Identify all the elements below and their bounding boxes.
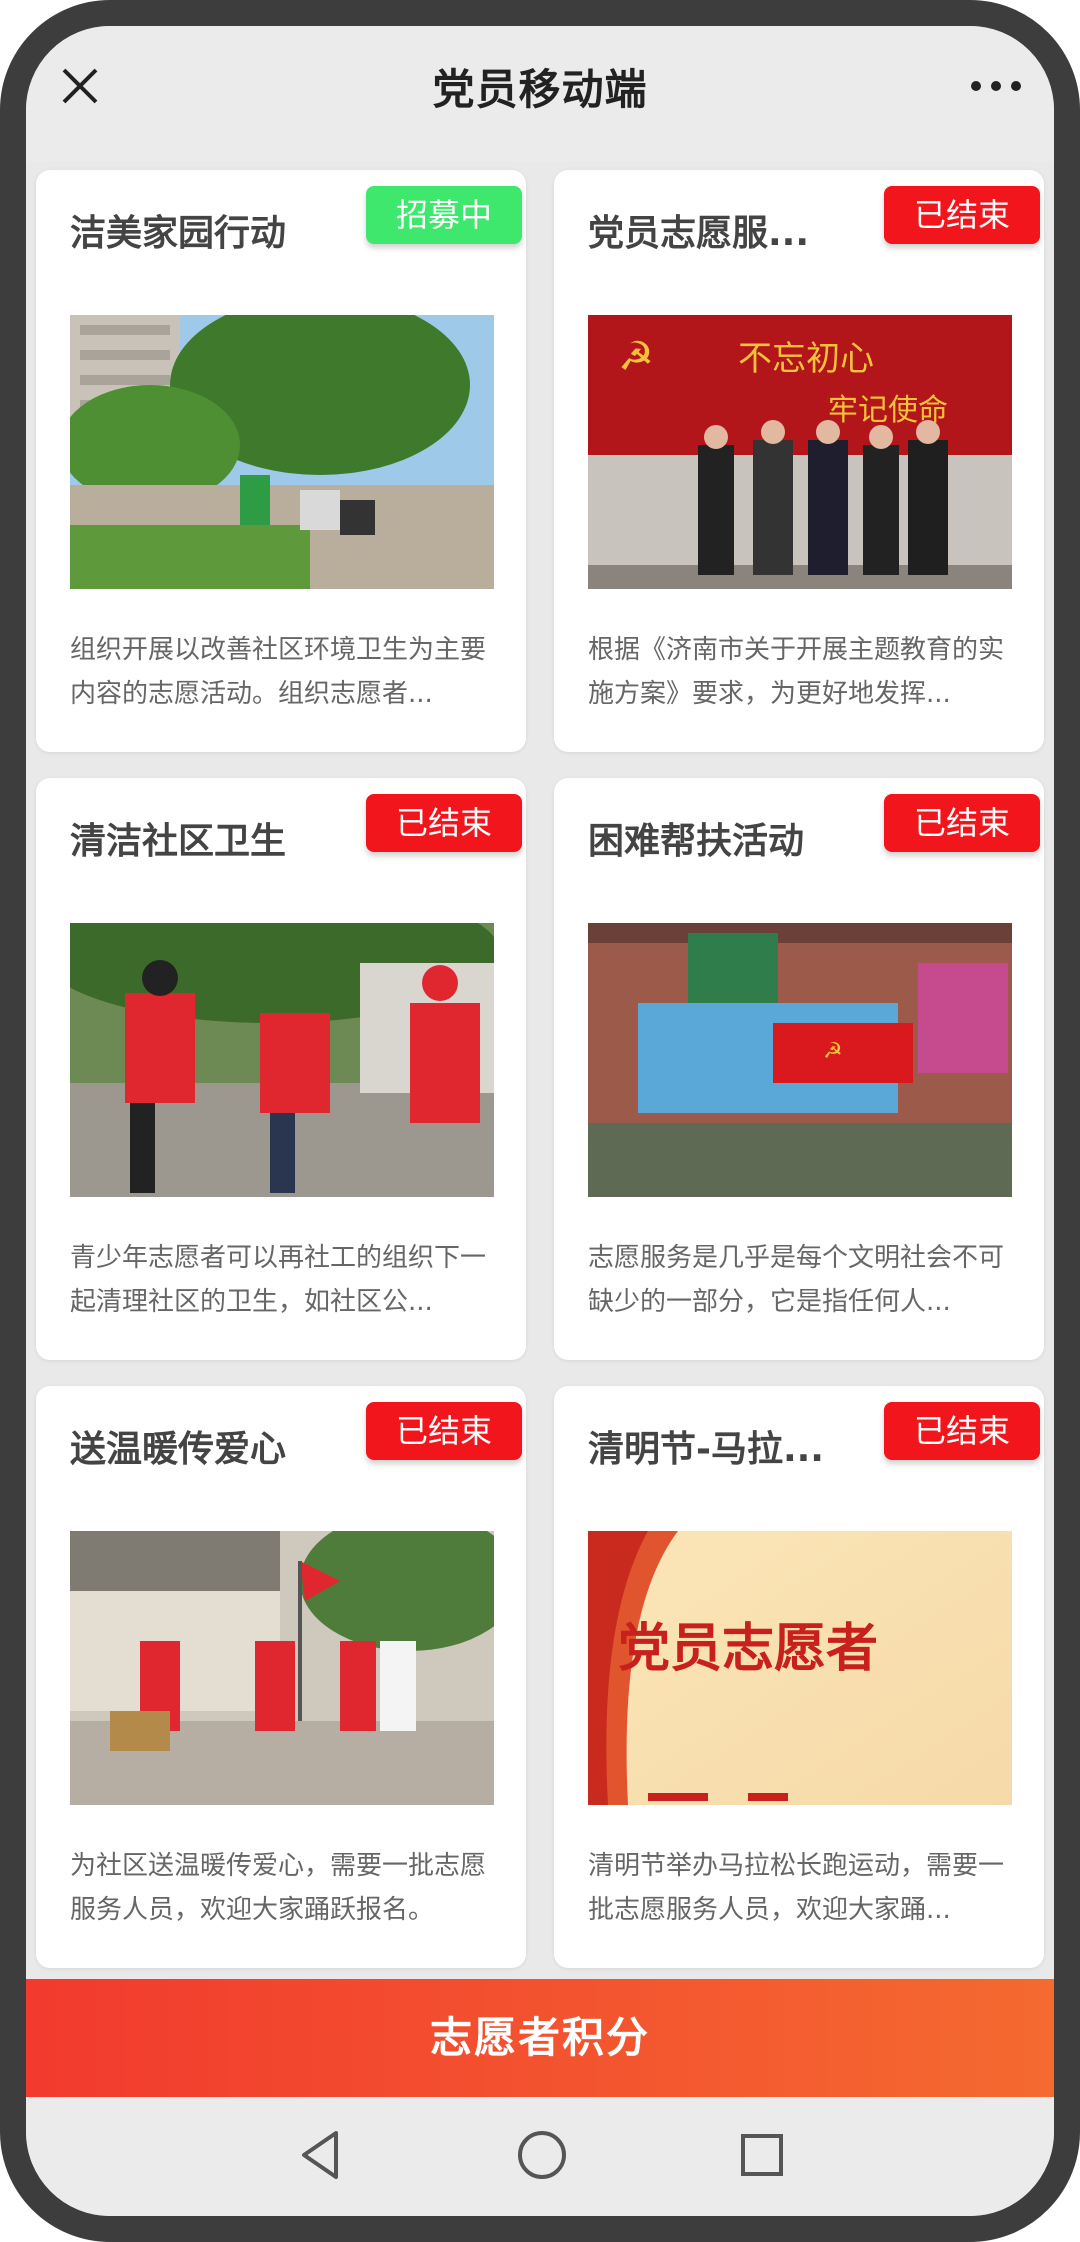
- svg-text:☭: ☭: [618, 334, 654, 380]
- activity-card[interactable]: 清洁社区卫生 已结束 青少年志愿者可以再社工的组织下一起清理社区的卫生，如社区公…: [36, 778, 526, 1360]
- activity-photo: 党员志愿者: [588, 1531, 1012, 1805]
- status-badge: 招募中: [366, 186, 522, 244]
- status-badge: 已结束: [884, 186, 1040, 244]
- card-title: 清洁社区卫生: [70, 821, 287, 862]
- activity-card[interactable]: 清明节-马拉... 已结束 党员志愿者 清明节举办马拉松长跑运动，需要一批志愿服…: [554, 1386, 1044, 1968]
- volunteer-points-button[interactable]: 志愿者积分: [26, 1979, 1054, 2097]
- card-description: 根据《济南市关于开展主题教育的实施方案》要求，为更好地发挥...: [588, 635, 1005, 709]
- card-title: 洁美家园行动: [70, 213, 287, 254]
- home-circle-icon[interactable]: [516, 2129, 568, 2181]
- activity-photo: ☭ 不忘初心 牢记使命: [588, 315, 1012, 589]
- card-title: 送温暖传爱心: [70, 1429, 287, 1470]
- back-triangle-icon[interactable]: [296, 2127, 344, 2183]
- svg-text:☭: ☭: [823, 1039, 843, 1064]
- status-badge: 已结束: [366, 1402, 522, 1460]
- status-badge: 已结束: [366, 794, 522, 852]
- system-nav-bar: [26, 2097, 1054, 2216]
- activity-photo: [70, 923, 494, 1197]
- activity-photo: [70, 1531, 494, 1805]
- banner-slogan-1: 不忘初心: [738, 339, 874, 379]
- status-badge: 已结束: [884, 1402, 1040, 1460]
- status-badge: 已结束: [884, 794, 1040, 852]
- page-title: 党员移动端: [432, 65, 648, 114]
- card-description: 组织开展以改善社区环境卫生为主要内容的志愿活动。组织志愿者...: [70, 635, 487, 709]
- activity-card[interactable]: 党员志愿服... 已结束 ☭ 不忘初心 牢记使命 根据《济南市关于开展主题教育的…: [554, 170, 1044, 752]
- card-title: 党员志愿服...: [588, 213, 810, 254]
- activity-photo: [70, 315, 494, 589]
- card-description: 志愿服务是几乎是每个文明社会不可缺少的一部分，它是指任何人...: [588, 1243, 1005, 1317]
- more-icon[interactable]: [968, 78, 1024, 94]
- card-title: 清明节-马拉...: [588, 1429, 824, 1470]
- activity-card[interactable]: 困难帮扶活动 已结束 ☭ 志愿服务是几乎是每个文明社会不可缺少的一部分，它是指任…: [554, 778, 1044, 1360]
- top-bar: 党员移动端: [26, 26, 1054, 162]
- poster-title: 党员志愿者: [618, 1618, 878, 1679]
- activity-card[interactable]: 送温暖传爱心 已结束 为社区送温暖传爱心，需要一批志愿服务人员，欢迎大家踊跃报名…: [36, 1386, 526, 1968]
- card-description: 清明节举办马拉松长跑运动，需要一批志愿服务人员，欢迎大家踊...: [588, 1851, 1005, 1925]
- phone-frame: 党员移动端 洁美家园行动 招募中 组织开展以改善社区环境卫生为主要内容的志愿活动…: [0, 0, 1080, 2242]
- recent-square-icon[interactable]: [738, 2131, 786, 2179]
- activity-card[interactable]: 洁美家园行动 招募中 组织开展以改善社区环境卫生为主要内容的志愿活动。组织志愿者…: [36, 170, 526, 752]
- card-description: 青少年志愿者可以再社工的组织下一起清理社区的卫生，如社区公...: [70, 1243, 487, 1317]
- card-description: 为社区送温暖传爱心，需要一批志愿服务人员，欢迎大家踊跃报名。: [70, 1851, 487, 1925]
- activity-photo: ☭: [588, 923, 1012, 1197]
- card-title: 困难帮扶活动: [588, 821, 805, 862]
